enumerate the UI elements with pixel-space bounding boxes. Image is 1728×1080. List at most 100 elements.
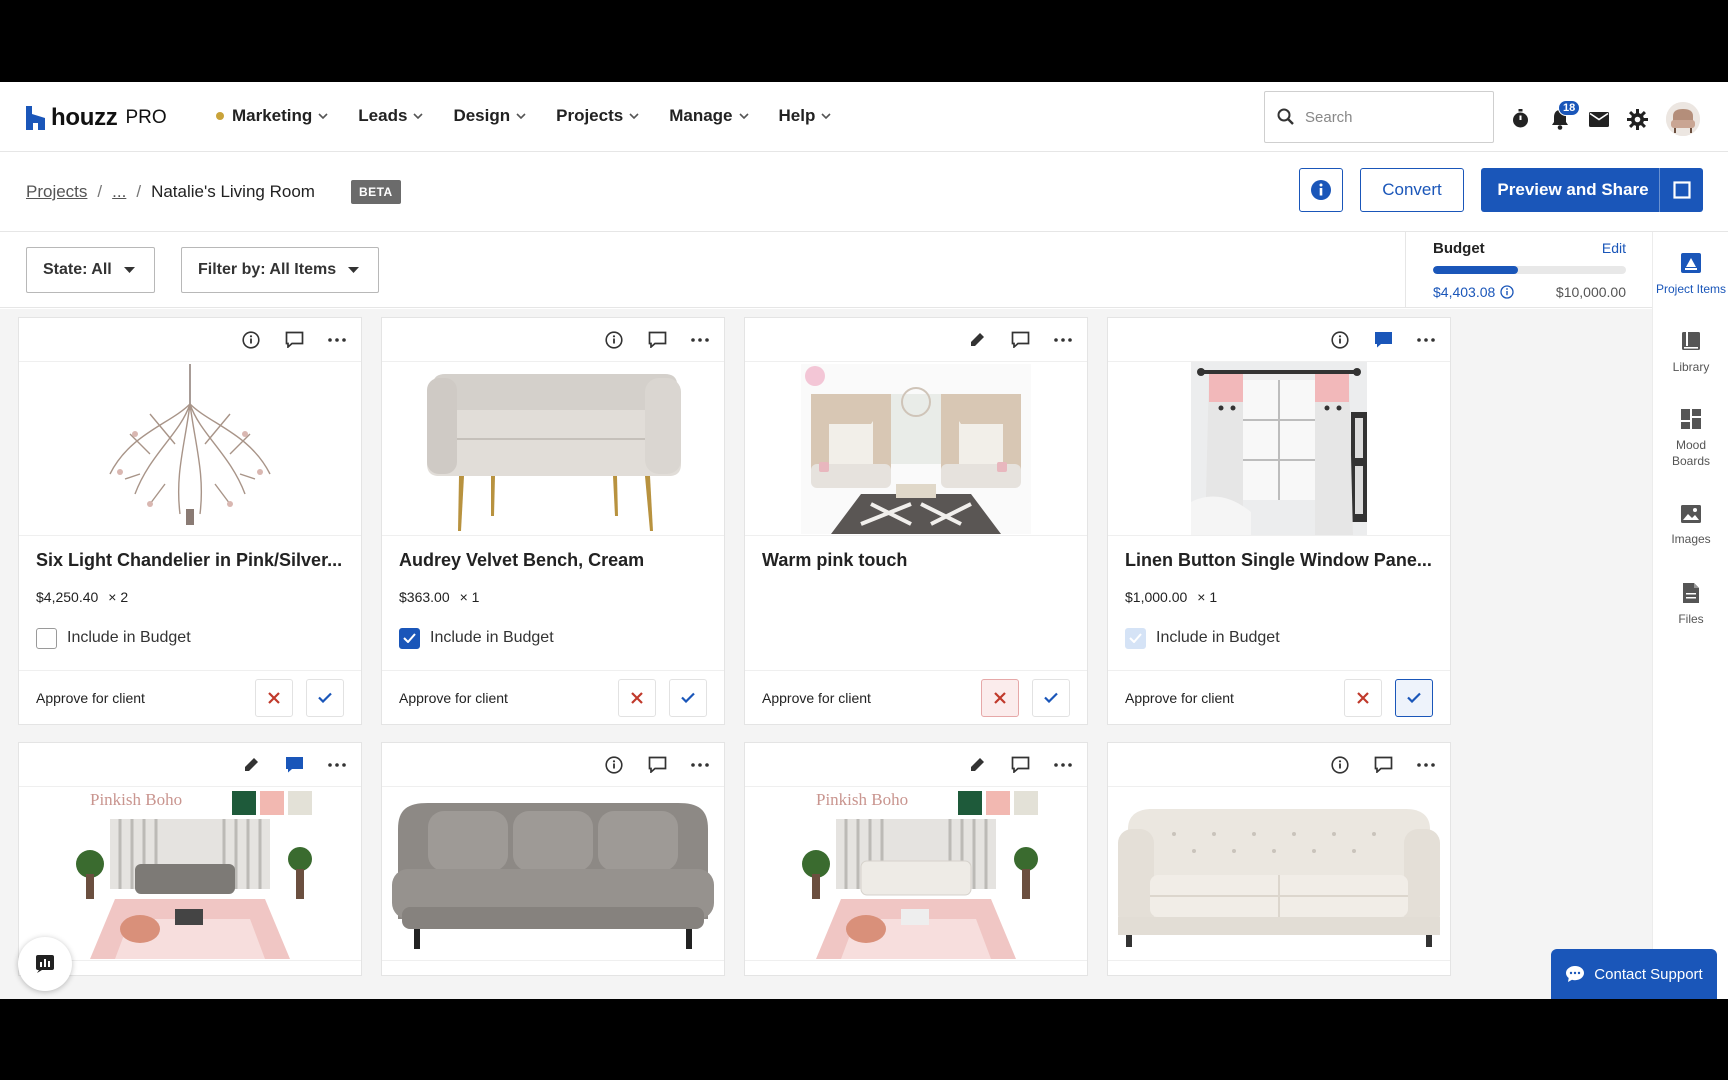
comment-icon[interactable] bbox=[1373, 755, 1393, 775]
more-icon[interactable] bbox=[327, 755, 347, 775]
item-card[interactable]: Audrey Velvet Bench, Cream $363.00 × 1 In… bbox=[381, 317, 725, 725]
reject-button[interactable] bbox=[618, 678, 656, 717]
preview-and-share-label: Preview and Share bbox=[1497, 180, 1649, 199]
info-icon[interactable] bbox=[241, 330, 261, 350]
approve-button[interactable] bbox=[1395, 678, 1433, 717]
card-toolbar bbox=[382, 318, 724, 362]
nav-manage[interactable]: Manage bbox=[669, 106, 749, 126]
comment-filled-icon[interactable] bbox=[1373, 330, 1393, 350]
approve-button[interactable] bbox=[306, 678, 344, 717]
room-render-image bbox=[745, 362, 1087, 536]
avatar[interactable] bbox=[1666, 102, 1700, 136]
reject-button[interactable] bbox=[1344, 678, 1382, 717]
sidebar-item-images[interactable]: Images bbox=[1653, 504, 1728, 547]
more-icon[interactable] bbox=[1053, 755, 1073, 775]
quantity: × 2 bbox=[108, 589, 129, 605]
nav-design[interactable]: Design bbox=[453, 106, 526, 126]
breadcrumb-ellipsis-link[interactable]: ... bbox=[112, 182, 126, 202]
card-toolbar bbox=[382, 743, 724, 787]
houzz-pro-logo[interactable]: houzz PRO bbox=[26, 104, 167, 132]
breadcrumb-separator: / bbox=[136, 182, 142, 201]
nav-leads[interactable]: Leads bbox=[358, 106, 424, 126]
comment-icon[interactable] bbox=[647, 330, 667, 350]
approve-row: Approve for client bbox=[745, 670, 1087, 724]
item-title[interactable]: Six Light Chandelier in Pink/Silver... bbox=[19, 536, 361, 571]
pencil-icon[interactable] bbox=[967, 330, 987, 350]
nav-help[interactable]: Help bbox=[779, 106, 832, 126]
search-input[interactable] bbox=[1305, 108, 1485, 126]
reject-button[interactable] bbox=[981, 678, 1019, 717]
include-in-budget-checkbox[interactable] bbox=[399, 627, 420, 649]
item-title[interactable] bbox=[382, 961, 724, 975]
item-title[interactable]: Audrey Velvet Bench, Cream bbox=[382, 536, 724, 571]
top-icons: 18 bbox=[1510, 99, 1700, 136]
info-icon[interactable] bbox=[604, 755, 624, 775]
info-icon[interactable] bbox=[604, 330, 624, 350]
item-card[interactable]: Pinkish Boho bbox=[18, 742, 362, 976]
include-in-budget[interactable]: Include in Budget bbox=[1108, 604, 1450, 656]
top-navigation: houzz PRO Marketing Leads Design Project… bbox=[0, 82, 1728, 152]
library-icon bbox=[1682, 332, 1700, 350]
more-icon[interactable] bbox=[327, 330, 347, 350]
timer-icon[interactable] bbox=[1510, 109, 1531, 130]
comment-icon[interactable] bbox=[1010, 330, 1030, 350]
project-info-button[interactable] bbox=[1299, 168, 1343, 212]
item-card[interactable]: Warm pink touch Approve for client bbox=[744, 317, 1088, 725]
more-icon[interactable] bbox=[1416, 330, 1436, 350]
share-options-toggle[interactable] bbox=[1659, 168, 1703, 212]
item-title[interactable]: Linen Button Single Window Pane... bbox=[1108, 536, 1450, 571]
nav-projects[interactable]: Projects bbox=[556, 106, 639, 126]
pencil-icon[interactable] bbox=[241, 755, 261, 775]
search-box[interactable] bbox=[1264, 91, 1494, 143]
info-icon[interactable] bbox=[1330, 330, 1350, 350]
sidebar-item-files[interactable]: Files bbox=[1653, 582, 1728, 627]
item-card[interactable] bbox=[381, 742, 725, 976]
info-icon[interactable] bbox=[1330, 755, 1350, 775]
approve-button[interactable] bbox=[1032, 678, 1070, 717]
item-card[interactable]: Linen Button Single Window Pane... $1,00… bbox=[1107, 317, 1451, 725]
state-filter-dropdown[interactable]: State: All bbox=[26, 247, 155, 293]
mail-icon[interactable] bbox=[1588, 109, 1609, 130]
contact-support-label: Contact Support bbox=[1594, 965, 1703, 983]
item-filter-dropdown[interactable]: Filter by: All Items bbox=[181, 247, 379, 293]
item-card[interactable] bbox=[1107, 742, 1451, 976]
more-icon[interactable] bbox=[690, 330, 710, 350]
gear-icon[interactable] bbox=[1627, 108, 1648, 130]
include-in-budget[interactable]: Include in Budget bbox=[382, 604, 724, 656]
convert-button[interactable]: Convert bbox=[1360, 168, 1464, 212]
more-icon[interactable] bbox=[690, 755, 710, 775]
item-title[interactable] bbox=[1108, 961, 1450, 975]
comment-icon[interactable] bbox=[647, 755, 667, 775]
more-icon[interactable] bbox=[1416, 755, 1436, 775]
mood-board-image: Pinkish Boho bbox=[745, 787, 1087, 961]
preview-and-share-button[interactable]: Preview and Share bbox=[1481, 168, 1703, 212]
comment-icon[interactable] bbox=[1010, 755, 1030, 775]
nav-marketing[interactable]: Marketing bbox=[216, 106, 328, 126]
contact-support-button[interactable]: Contact Support bbox=[1551, 949, 1717, 999]
sidebar-item-mood-boards[interactable]: Mood Boards bbox=[1653, 408, 1728, 469]
include-in-budget-checkbox[interactable] bbox=[1125, 627, 1146, 649]
reject-button[interactable] bbox=[255, 678, 293, 717]
include-in-budget-checkbox[interactable] bbox=[36, 627, 57, 649]
more-icon[interactable] bbox=[1053, 330, 1073, 350]
include-in-budget[interactable]: Include in Budget bbox=[19, 604, 361, 656]
nav-label: Projects bbox=[556, 106, 624, 125]
white-sofa-image bbox=[1108, 787, 1450, 961]
bell-icon[interactable]: 18 bbox=[1549, 99, 1581, 130]
comment-filled-icon[interactable] bbox=[284, 755, 304, 775]
breadcrumb-projects-link[interactable]: Projects bbox=[26, 182, 87, 202]
checkmark-icon bbox=[1044, 692, 1058, 703]
card-toolbar bbox=[1108, 318, 1450, 362]
pencil-icon[interactable] bbox=[967, 755, 987, 775]
info-icon[interactable] bbox=[1500, 285, 1514, 299]
budget-edit-link[interactable]: Edit bbox=[1602, 240, 1626, 256]
sidebar-item-project-items[interactable]: Project Items bbox=[1653, 252, 1728, 297]
item-title[interactable]: Warm pink touch bbox=[745, 536, 1087, 571]
approve-button[interactable] bbox=[669, 678, 707, 717]
comment-icon[interactable] bbox=[284, 330, 304, 350]
item-card[interactable]: Pinkish Boho bbox=[744, 742, 1088, 976]
item-title[interactable] bbox=[745, 961, 1087, 975]
sidebar-item-library[interactable]: Library bbox=[1653, 330, 1728, 375]
feedback-button[interactable] bbox=[18, 937, 72, 991]
item-card[interactable]: Six Light Chandelier in Pink/Silver... $… bbox=[18, 317, 362, 725]
